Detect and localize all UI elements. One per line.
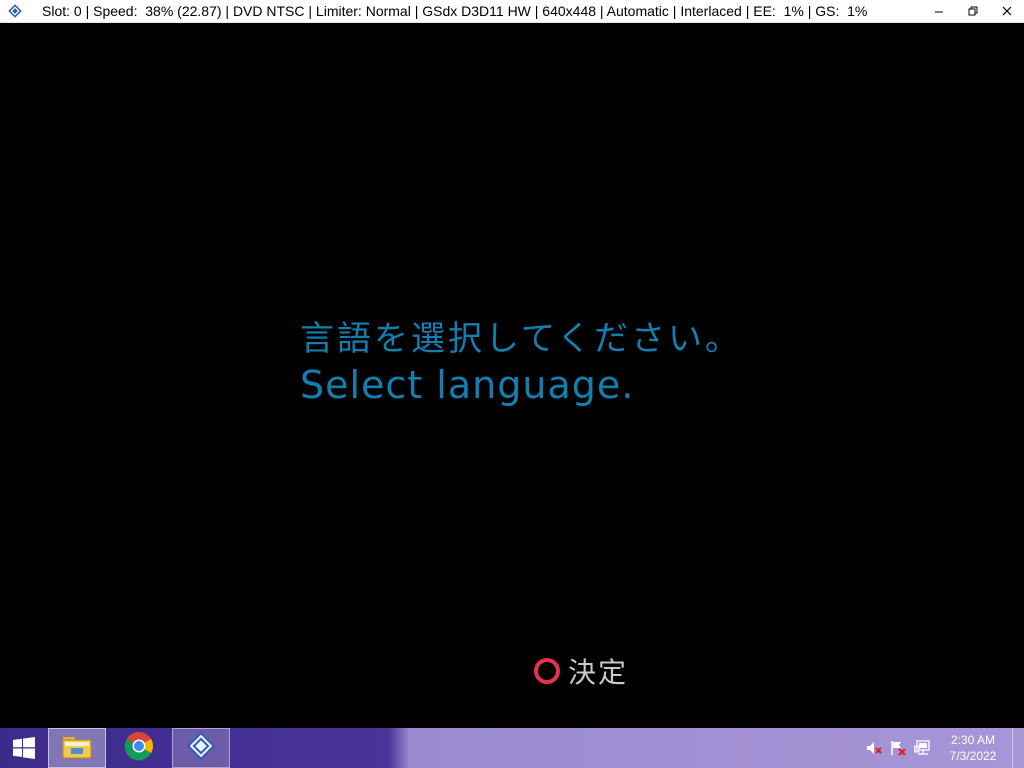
pcsx2-icon — [186, 731, 216, 766]
confirm-label: 決定 — [568, 656, 629, 689]
taskbar-item-chrome[interactable] — [110, 728, 168, 768]
language-prompt-english: Select language. — [300, 363, 635, 407]
confirm-hint: 決定 — [534, 651, 628, 691]
action-center-flag-icon[interactable] — [886, 728, 910, 768]
clock-time: 2:30 AM — [950, 733, 996, 747]
speaker-muted-icon[interactable] — [862, 728, 886, 768]
close-icon[interactable] — [990, 0, 1024, 23]
network-icon[interactable] — [910, 728, 934, 768]
language-prompt-japanese: 言語を選択してください。 — [300, 319, 742, 359]
system-tray: 2:30 AM 7/3/2022 — [862, 728, 1024, 768]
game-viewport[interactable]: 言語を選択してください。 Select language. 決定 — [0, 23, 1024, 728]
taskbar: 2:30 AM 7/3/2022 — [0, 728, 1024, 768]
minimize-icon[interactable] — [922, 0, 956, 23]
taskbar-clock[interactable]: 2:30 AM 7/3/2022 — [934, 732, 1012, 764]
taskbar-item-pcsx2[interactable] — [172, 728, 230, 768]
windows-start-icon[interactable] — [0, 728, 48, 768]
window-title: Slot: 0 | Speed: 38% (22.87) | DVD NTSC … — [42, 3, 868, 19]
folder-icon — [61, 732, 93, 765]
show-desktop-button[interactable] — [1012, 728, 1024, 768]
circle-button-icon — [534, 658, 560, 684]
title-bar[interactable]: Slot: 0 | Speed: 38% (22.87) | DVD NTSC … — [0, 0, 1024, 23]
restore-icon[interactable] — [956, 0, 990, 23]
taskbar-item-file-explorer[interactable] — [48, 728, 106, 768]
chrome-icon — [124, 731, 154, 766]
clock-date: 7/3/2022 — [949, 749, 997, 763]
pcsx2-icon[interactable] — [0, 0, 30, 23]
